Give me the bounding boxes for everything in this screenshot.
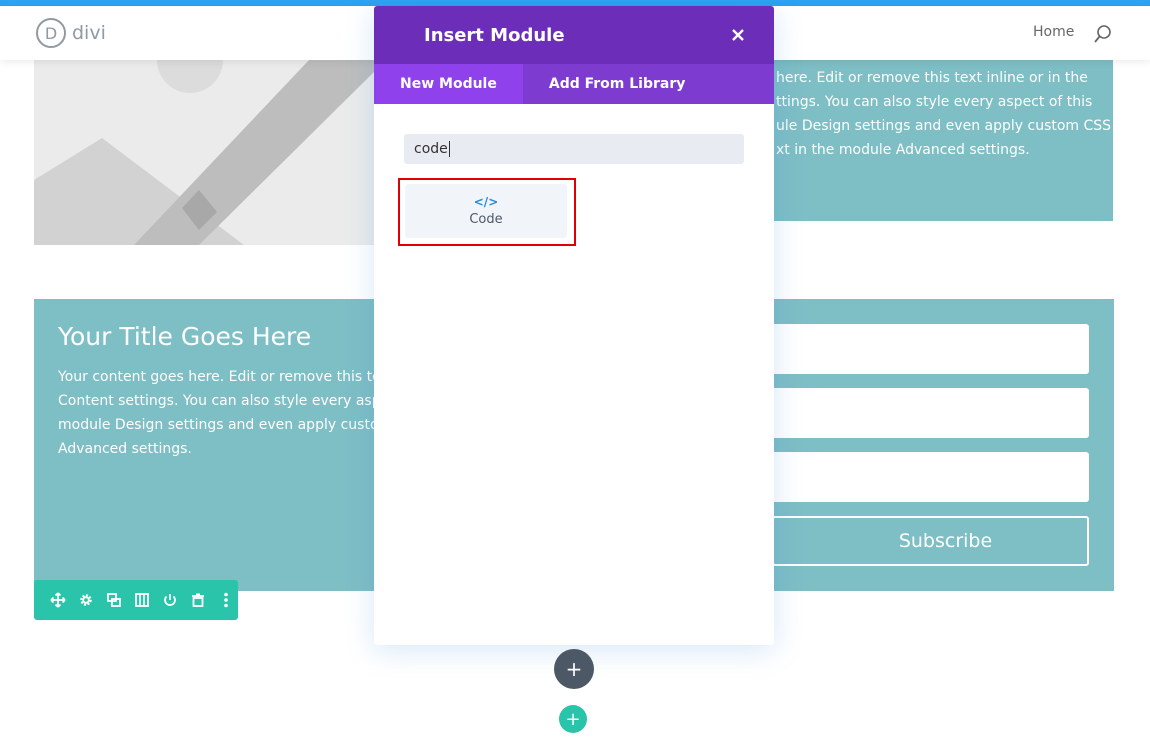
code-icon: </> bbox=[473, 195, 499, 209]
image-placeholder-graphic bbox=[34, 60, 376, 245]
divi-logo[interactable]: D divi bbox=[36, 18, 106, 48]
text-caret bbox=[448, 141, 450, 157]
add-module-button[interactable]: + bbox=[554, 649, 594, 689]
cta-body: Your content goes here. Edit or remove t… bbox=[58, 365, 407, 461]
move-icon[interactable] bbox=[48, 590, 68, 610]
module-item-code[interactable]: </> Code bbox=[405, 184, 567, 238]
text-line: here. Edit or remove this text inline or… bbox=[776, 70, 1088, 86]
search-input-value: code bbox=[414, 141, 448, 157]
cta-body-line: Your content goes here. Edit or remove t… bbox=[58, 369, 395, 385]
form-field-2[interactable] bbox=[772, 388, 1089, 438]
cta-title: Your Title Goes Here bbox=[58, 322, 312, 351]
text-line: ttings. You can also style every aspect … bbox=[776, 94, 1093, 110]
image-placeholder[interactable] bbox=[34, 60, 376, 245]
text-line: xt in the module Advanced settings. bbox=[776, 142, 1030, 158]
more-icon[interactable] bbox=[216, 590, 236, 610]
cta-body-line: Content settings. You can also style eve… bbox=[58, 393, 403, 409]
power-icon[interactable] bbox=[160, 590, 180, 610]
tab-add-from-library[interactable]: Add From Library bbox=[523, 64, 712, 104]
cta-body-line: Advanced settings. bbox=[58, 441, 192, 457]
modal-title: Insert Module bbox=[424, 24, 565, 46]
tab-new-module[interactable]: New Module bbox=[374, 64, 523, 104]
text-line: ule Design settings and even apply custo… bbox=[776, 118, 1112, 134]
module-search-input[interactable]: code bbox=[404, 134, 744, 164]
module-item-label: Code bbox=[469, 212, 503, 227]
nav-home-link[interactable]: Home bbox=[1033, 24, 1074, 40]
modal-tabs: New Module Add From Library bbox=[374, 64, 774, 104]
gear-icon[interactable] bbox=[76, 590, 96, 610]
cta-body-line: module Design settings and even apply cu… bbox=[58, 417, 407, 433]
cta-module[interactable]: Your Title Goes Here Your content goes h… bbox=[34, 299, 407, 591]
form-field-1[interactable] bbox=[772, 324, 1089, 374]
insert-module-modal: Insert Module New Module Add From Librar… bbox=[374, 6, 774, 645]
modal-header: Insert Module bbox=[374, 6, 774, 64]
trash-icon[interactable] bbox=[188, 590, 208, 610]
divi-builder-page: D divi Home here. Edit or remove this te… bbox=[0, 0, 1150, 750]
columns-icon[interactable] bbox=[132, 590, 152, 610]
row-toolbar bbox=[34, 580, 238, 620]
text-module-top[interactable]: here. Edit or remove this text inline or… bbox=[772, 60, 1113, 221]
add-row-button[interactable]: + bbox=[559, 705, 587, 733]
search-icon[interactable] bbox=[1094, 25, 1112, 43]
logo-circle: D bbox=[36, 18, 66, 48]
duplicate-icon[interactable] bbox=[104, 590, 124, 610]
close-icon[interactable] bbox=[728, 25, 748, 45]
form-field-3[interactable] bbox=[772, 452, 1089, 502]
subscribe-button[interactable]: Subscribe bbox=[772, 516, 1089, 566]
email-optin-module: Subscribe bbox=[772, 299, 1114, 591]
logo-text: divi bbox=[72, 22, 106, 44]
